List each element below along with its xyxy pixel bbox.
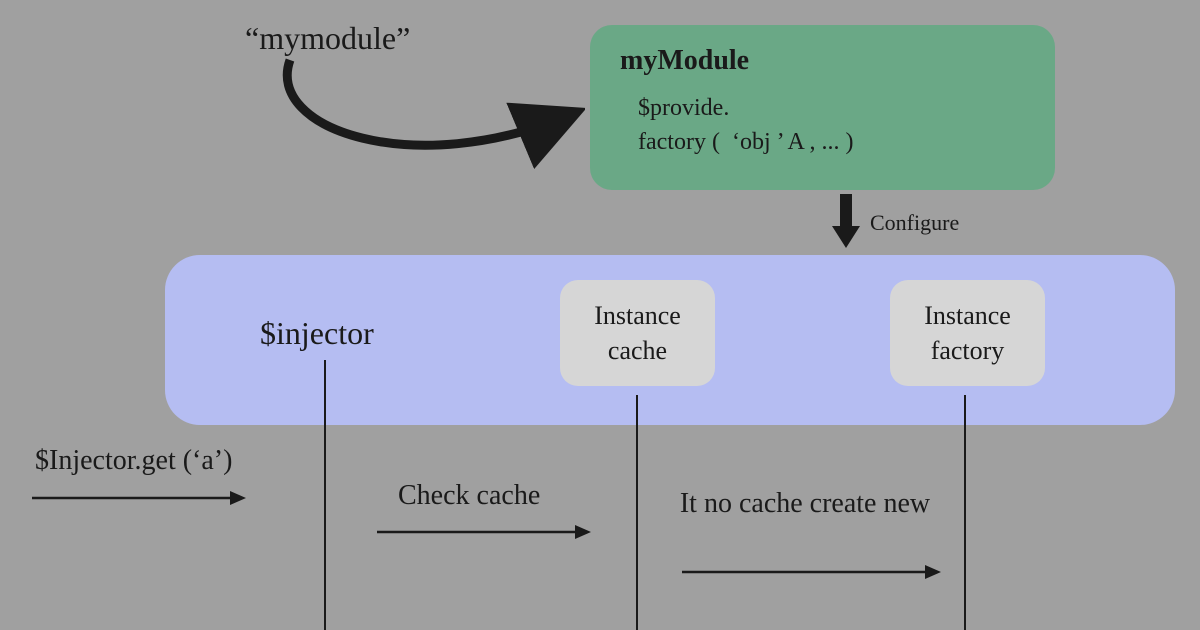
instance-factory-line2: factory bbox=[910, 333, 1025, 368]
instance-factory-line1: Instance bbox=[910, 298, 1025, 333]
configure-label: Configure bbox=[870, 210, 959, 236]
module-code-line1: $provide. bbox=[638, 92, 1025, 126]
no-cache-label: It no cache create new bbox=[665, 485, 945, 523]
instance-cache-line2: cache bbox=[580, 333, 695, 368]
arrow-curved-to-module bbox=[255, 50, 585, 170]
vline-cache bbox=[636, 395, 638, 630]
arrow-check-cache bbox=[375, 522, 595, 542]
instance-cache-box: Instance cache bbox=[560, 280, 715, 386]
check-cache-label: Check cache bbox=[398, 480, 540, 512]
arrow-no-cache bbox=[680, 562, 945, 582]
module-title: myModule bbox=[620, 45, 1025, 77]
arrow-injector-get bbox=[30, 488, 250, 508]
vline-injector bbox=[324, 360, 326, 630]
instance-cache-line1: Instance bbox=[580, 298, 695, 333]
injector-get-label: $Injector.get (‘a’) bbox=[35, 445, 232, 477]
module-code-line2: factory ( ‘obj ’ A , ... ) bbox=[638, 126, 1025, 160]
vline-factory bbox=[964, 395, 966, 630]
arrow-configure-down bbox=[826, 192, 866, 252]
module-box: myModule $provide. factory ( ‘obj ’ A , … bbox=[590, 25, 1055, 190]
instance-factory-box: Instance factory bbox=[890, 280, 1045, 386]
injector-label: $injector bbox=[260, 315, 374, 352]
